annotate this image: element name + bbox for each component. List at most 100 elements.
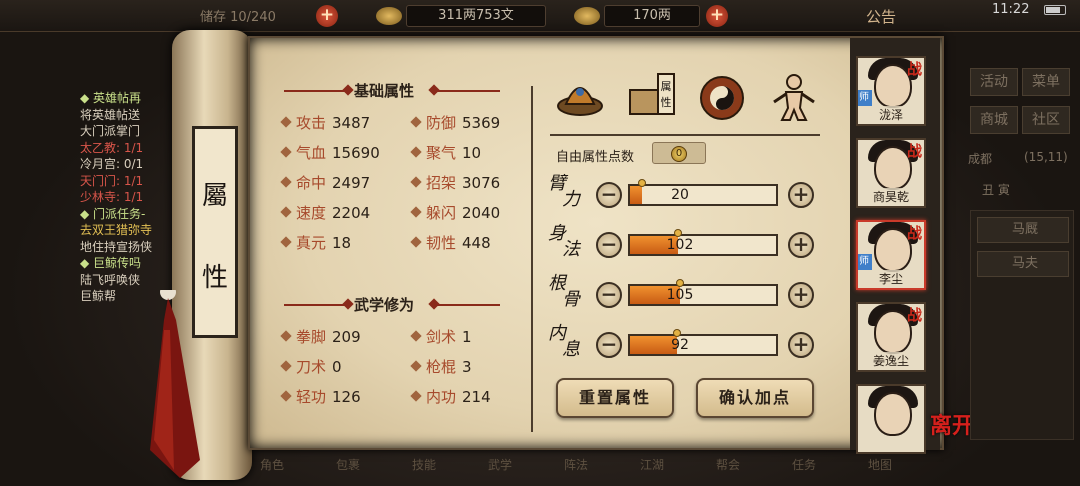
diamond-bullet-icon [410,330,422,342]
bottom-menu-item[interactable]: 技能 [412,456,436,473]
stat-label: 气血 [296,144,327,162]
stat-row: 真元 18 [280,232,351,253]
stat-label: 攻击 [296,114,327,132]
attribute-value: 92 [671,337,689,353]
bar-marker-icon [674,229,683,237]
gold-ingot-icon [574,7,600,25]
bottom-menu-item[interactable]: 角色 [260,456,284,473]
bottom-menu-item[interactable]: 武学 [488,456,512,473]
stat-value: 3 [462,358,472,376]
bottom-menu-item[interactable]: 帮会 [716,456,740,473]
scroll-char-1: 屬 [201,181,228,211]
leave-button[interactable]: 离开 [930,408,974,440]
decrease-button[interactable]: − [596,332,622,358]
martial-ornament-left [284,304,348,306]
hero-card[interactable]: 姜逸尘 战 [856,302,926,372]
location-name: 成都 [968,152,993,166]
diamond-bullet-icon [280,116,292,128]
martial-ornament-left-dot [342,298,354,310]
stat-row: 防御 5369 [410,112,500,133]
martial-title: 武学修为 [354,296,415,314]
hero-card[interactable]: 泷泽 战师 [856,56,926,126]
shop-button[interactable]: 商城 [970,106,1018,134]
bottom-menu-item[interactable]: 阵法 [564,456,588,473]
add-gold-button[interactable]: + [706,5,728,27]
notice-button[interactable]: 公告 [866,6,896,27]
menu-button[interactable]: 菜单 [1022,68,1070,96]
stat-label: 速度 [296,204,327,222]
increase-button[interactable]: + [788,282,814,308]
diamond-bullet-icon [280,206,292,218]
money-display: 311两753文 [406,5,546,27]
stat-row: 躲闪 2040 [410,202,501,223]
increase-button[interactable]: + [788,332,814,358]
bottom-menu-item[interactable]: 包裹 [336,456,360,473]
npc-item-stable[interactable]: 马厩 [977,217,1069,243]
stat-value: 2040 [462,204,501,222]
bar-marker-icon [672,329,681,337]
title-ornament-right [436,90,500,92]
attribute-name: 根骨根骨 [548,273,580,310]
attribute-bar: 20 [628,179,778,206]
attribute-row: 臂力臂力− 20 + [548,175,838,210]
attribute-value: 20 [671,187,689,203]
bottom-menu-item[interactable]: 江湖 [640,456,664,473]
hero-card[interactable] [856,384,926,454]
copper-coin-icon [376,7,402,25]
stat-row: 剑术 1 [410,326,472,347]
diamond-bullet-icon [280,330,292,342]
increase-button[interactable]: + [788,182,814,208]
reset-attributes-button[interactable]: 重置属性 [556,378,674,418]
bottom-menu-item[interactable]: 任务 [792,456,816,473]
tab-equipment-hat-icon[interactable] [554,72,606,122]
tassel-decoration [150,290,200,478]
stat-value: 3076 [462,174,501,192]
increase-button[interactable]: + [788,232,814,258]
battery-icon [1044,5,1066,15]
stat-value: 15690 [332,144,380,162]
diamond-bullet-icon [410,176,422,188]
battle-badge: 战 [906,224,922,242]
add-storage-button[interactable]: + [316,5,338,27]
decrease-button[interactable]: − [596,232,622,258]
bottom-menu-item[interactable]: 地图 [868,456,892,473]
attribute-value: 102 [666,237,694,253]
top-bar: 储存 10/240 + 311两753文 170两 + 公告 11:22 [0,0,1080,32]
activity-button[interactable]: 活动 [970,68,1018,96]
hero-card[interactable]: 李尘 战师 [856,220,926,290]
decrease-button[interactable]: − [596,182,622,208]
hero-name: 商昊乾 [858,188,924,205]
hero-portrait [874,392,912,436]
stat-row: 气血 15690 [280,142,380,163]
title-ornament-left-dot [342,84,354,96]
diamond-bullet-icon [410,206,422,218]
tab-meridian-figure-icon[interactable] [768,72,820,122]
battle-badge: 战 [906,60,922,78]
diamond-bullet-icon [410,360,422,372]
stat-row: 拳脚 209 [280,326,361,347]
stat-row: 韧性 448 [410,232,491,253]
stat-label: 真元 [296,234,327,252]
hero-name: 姜逸尘 [858,352,924,369]
attribute-bar: 92 [628,329,778,356]
diamond-bullet-icon [280,236,292,248]
stat-label: 内功 [426,388,457,406]
hero-name: 泷泽 [858,106,924,123]
attribute-name: 内息内息 [548,323,580,360]
tab-attributes-icon[interactable]: 属 性 [624,72,676,122]
tab-bagua-icon[interactable] [696,72,748,122]
decrease-button[interactable]: − [596,282,622,308]
stat-label: 轻功 [296,388,327,406]
confirm-points-button[interactable]: 确认加点 [696,378,814,418]
attribute-bar: 105 [628,279,778,306]
free-points-value: 0 [671,146,687,162]
diamond-bullet-icon [280,176,292,188]
hero-card[interactable]: 商昊乾 战 [856,138,926,208]
bottom-menu-bar: 角色 包裹 技能 武学 阵法 江湖 帮会 任务 地图 [250,452,950,486]
attribute-bar: 102 [628,229,778,256]
stat-value: 10 [462,144,482,162]
community-button[interactable]: 社区 [1022,106,1070,134]
attribute-panel: 基础属性 攻击 3487 气血 15690 命中 2497 速度 2204 真元 18 防御 536… [248,36,944,450]
npc-item-groom[interactable]: 马夫 [977,251,1069,277]
stat-value: 126 [332,388,361,406]
